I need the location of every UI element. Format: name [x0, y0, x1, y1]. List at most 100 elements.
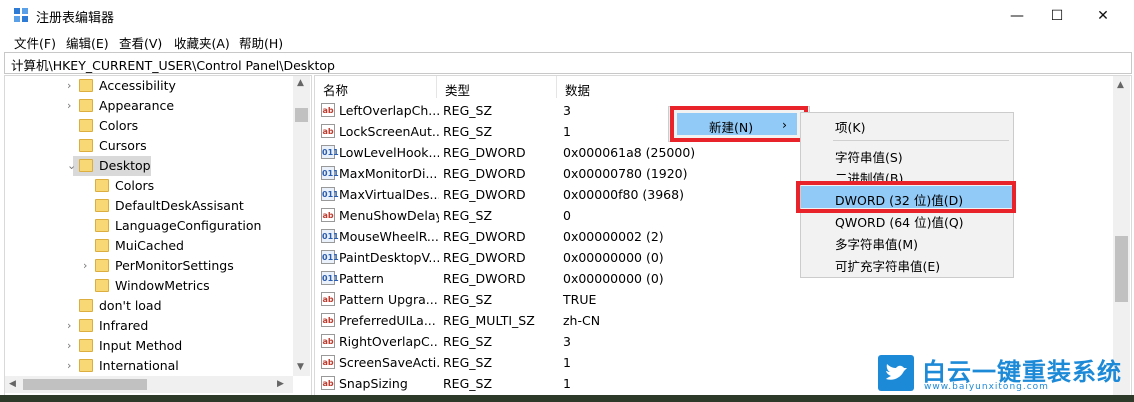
- tree-item-label: LanguageConfiguration: [115, 218, 262, 233]
- value-type: REG_DWORD: [443, 229, 526, 244]
- menu-bar: 文件(F) 编辑(E) 查看(V) 收藏夹(A) 帮助(H): [0, 31, 1134, 51]
- column-header-data[interactable]: 数据: [557, 76, 1105, 98]
- chevron-right-icon[interactable]: ›: [67, 339, 77, 352]
- tree-item-label: Appearance: [99, 98, 175, 113]
- value-type: REG_DWORD: [443, 271, 526, 286]
- value-row[interactable]: ab Pattern Upgra... REG_SZ TRUE: [315, 289, 1105, 310]
- folder-icon: [79, 159, 93, 172]
- scroll-up-arrow-icon[interactable]: ▲: [297, 78, 304, 88]
- tree-scroll-thumb[interactable]: [295, 108, 308, 122]
- tree-item[interactable]: Colors: [5, 176, 295, 196]
- string-value-icon: ab: [321, 292, 335, 306]
- tree-item[interactable]: LanguageConfiguration: [5, 216, 295, 236]
- chevron-right-icon[interactable]: ›: [67, 99, 77, 112]
- folder-icon: [79, 79, 93, 92]
- values-scroll-up-arrow-icon[interactable]: ▲: [1117, 80, 1124, 90]
- menu-view[interactable]: 查看(V): [119, 33, 162, 52]
- tree-item[interactable]: › Infrared: [5, 316, 295, 336]
- submenu-item-string-value[interactable]: 字符串值(S): [801, 143, 1013, 165]
- maximize-button[interactable]: ☐: [1034, 0, 1080, 31]
- binary-value-icon: 011: [321, 145, 339, 159]
- value-type: REG_SZ: [443, 103, 493, 118]
- key-tree-pane[interactable]: › Accessibility › Appearance Colors Cursors ⌄ D…: [4, 75, 312, 395]
- value-name: LowLevelHook...: [339, 145, 439, 160]
- tree-item-label: Accessibility: [99, 78, 176, 93]
- tree-item-label: don't load: [99, 298, 162, 313]
- menu-favorites[interactable]: 收藏夹(A): [174, 33, 230, 52]
- value-name: RightOverlapC...: [339, 334, 439, 349]
- brand-watermark: 白云一键重装系统 www.baiyunxitong.com: [878, 352, 1130, 394]
- value-type: REG_SZ: [443, 208, 493, 223]
- chevron-right-icon[interactable]: ›: [83, 259, 93, 272]
- tree-item[interactable]: › Input Method: [5, 336, 295, 356]
- string-value-icon: ab: [321, 124, 335, 138]
- value-data: 0x00000780 (1920): [563, 166, 688, 181]
- binary-value-icon: 011: [321, 229, 339, 243]
- folder-icon: [79, 139, 93, 152]
- value-data: 1: [563, 355, 571, 370]
- scroll-right-arrow-icon[interactable]: ▶: [277, 379, 284, 389]
- string-value-icon: ab: [321, 334, 335, 348]
- tree-item[interactable]: MuiCached: [5, 236, 295, 256]
- close-button[interactable]: ✕: [1080, 0, 1126, 31]
- tree-item[interactable]: Cursors: [5, 136, 295, 156]
- string-value-icon: ab: [321, 103, 335, 117]
- value-data: 0x00000002 (2): [563, 229, 664, 244]
- chevron-right-icon[interactable]: ›: [67, 319, 77, 332]
- address-bar[interactable]: 计算机\HKEY_CURRENT_USER\Control Panel\Desk…: [4, 52, 1132, 74]
- submenu-item-key[interactable]: 项(K): [801, 113, 1013, 135]
- value-row[interactable]: ab RightOverlapC... REG_SZ 3: [315, 331, 1105, 352]
- registry-editor-window: 注册表编辑器 — ☐ ✕ 文件(F) 编辑(E) 查看(V) 收藏夹(A) 帮助…: [0, 0, 1134, 395]
- window-title: 注册表编辑器: [36, 11, 115, 26]
- tree-item[interactable]: › International: [5, 356, 295, 376]
- value-type: REG_MULTI_SZ: [443, 313, 535, 328]
- tree-horizontal-scrollbar[interactable]: ◀ ▶: [5, 376, 293, 393]
- folder-icon: [79, 299, 93, 312]
- column-header-type[interactable]: 类型: [437, 76, 557, 98]
- values-scroll-thumb[interactable]: [1115, 236, 1128, 302]
- regedit-app-icon: [14, 8, 29, 23]
- chevron-right-icon[interactable]: ›: [67, 359, 77, 372]
- value-type: REG_SZ: [443, 334, 493, 349]
- value-name: MouseWheelR...: [339, 229, 439, 244]
- tree-item-label: Input Method: [99, 338, 183, 353]
- scroll-down-arrow-icon[interactable]: ▼: [297, 362, 304, 372]
- value-type: REG_DWORD: [443, 187, 526, 202]
- tree-hscroll-thumb[interactable]: [23, 379, 147, 390]
- address-path: 计算机\HKEY_CURRENT_USER\Control Panel\Desk…: [11, 58, 335, 73]
- tree-item[interactable]: don't load: [5, 296, 295, 316]
- value-type: REG_SZ: [443, 124, 493, 139]
- tree-item-label: International: [99, 358, 179, 373]
- binary-value-icon: 011: [321, 187, 339, 201]
- column-header-name[interactable]: 名称: [315, 76, 437, 98]
- scroll-left-arrow-icon[interactable]: ◀: [9, 379, 16, 389]
- tree-item-label: MuiCached: [115, 238, 184, 253]
- submenu-item-expandable-string-value[interactable]: 可扩充字符串值(E): [801, 252, 1013, 274]
- tree-item[interactable]: › Appearance: [5, 96, 295, 116]
- tree-item[interactable]: Colors: [5, 116, 295, 136]
- tree-item-label: Colors: [115, 178, 155, 193]
- folder-icon: [79, 359, 93, 372]
- menu-edit[interactable]: 编辑(E): [66, 33, 109, 52]
- tree-item[interactable]: WindowMetrics: [5, 276, 295, 296]
- tree-item[interactable]: ⌄ Desktop: [67, 156, 151, 176]
- submenu-item-multi-string-value[interactable]: 多字符串值(M): [801, 230, 1013, 252]
- value-row[interactable]: ab PreferredUILa... REG_MULTI_SZ zh-CN: [315, 310, 1105, 331]
- binary-value-icon: 011: [321, 166, 339, 180]
- values-vertical-scrollbar[interactable]: ▲: [1113, 76, 1130, 395]
- tree-item[interactable]: › PerMonitorSettings: [5, 256, 295, 276]
- menu-help[interactable]: 帮助(H): [239, 33, 283, 52]
- chevron-right-icon[interactable]: ›: [67, 79, 77, 92]
- value-data: zh-CN: [563, 313, 601, 328]
- folder-icon: [95, 239, 109, 252]
- tree-item-label: DefaultDeskAssisant: [115, 198, 244, 213]
- value-type: REG_SZ: [443, 292, 493, 307]
- tree-vertical-scrollbar[interactable]: ▲ ▼: [293, 76, 310, 376]
- folder-icon: [79, 99, 93, 112]
- value-name: MenuShowDelay: [339, 208, 439, 223]
- chevron-down-icon[interactable]: ⌄: [67, 159, 77, 172]
- value-data: 0x00000f80 (3968): [563, 187, 684, 202]
- tree-item[interactable]: DefaultDeskAssisant: [5, 196, 295, 216]
- menu-file[interactable]: 文件(F): [14, 33, 56, 52]
- tree-item[interactable]: › Accessibility: [5, 76, 295, 96]
